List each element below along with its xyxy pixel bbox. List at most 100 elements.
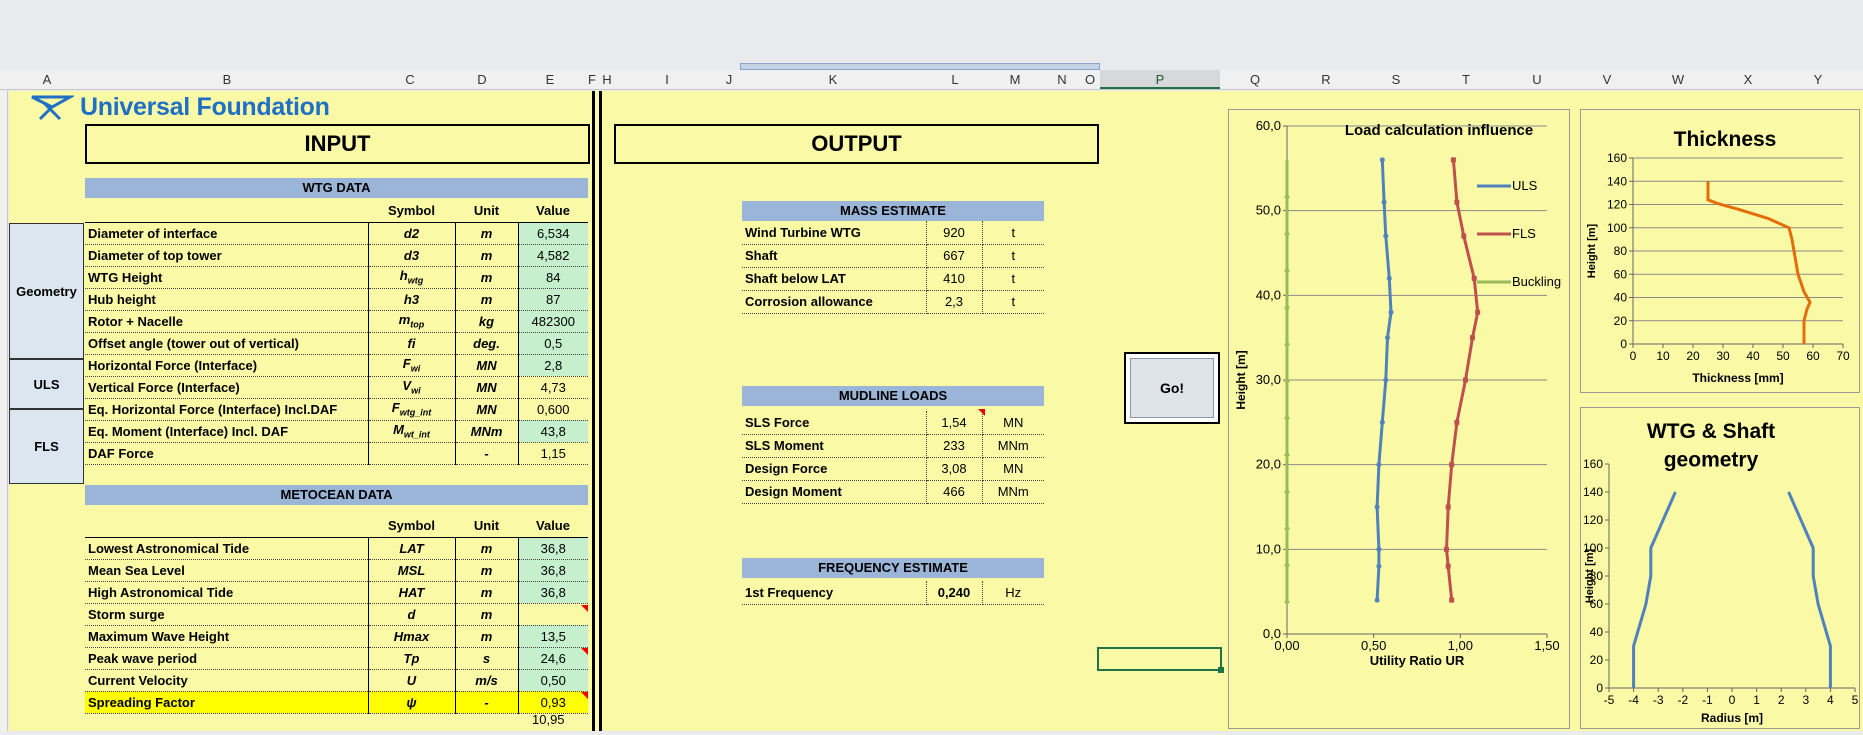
column-header-t[interactable]: T — [1458, 72, 1474, 87]
data-point — [1381, 199, 1387, 205]
group-geometry: Geometry — [9, 223, 84, 359]
output-title: OUTPUT — [614, 124, 1099, 164]
value-cell[interactable]: 3,08 — [926, 457, 983, 481]
value-cell[interactable]: 0,240 — [926, 581, 983, 605]
table-row: SLS Force 1,54 MN — [742, 411, 1044, 435]
column-header-m[interactable]: M — [1007, 72, 1023, 87]
column-header-b[interactable]: B — [219, 72, 235, 87]
value-cell[interactable]: 2,8 — [517, 354, 588, 377]
column-header-v[interactable]: V — [1599, 72, 1615, 87]
value-cell[interactable]: 6,534 — [517, 222, 588, 245]
symbol-cell: d3 — [367, 244, 455, 267]
comment-indicator — [978, 409, 985, 416]
column-header-d[interactable]: D — [474, 72, 490, 87]
column-header-q[interactable]: Q — [1247, 72, 1263, 87]
value-cell[interactable]: 87 — [517, 288, 588, 311]
go-button-label[interactable]: Go! — [1130, 358, 1214, 418]
column-header-j[interactable]: J — [721, 72, 737, 87]
unit-cell: m/s — [454, 669, 518, 692]
symbol-header: Symbol — [368, 200, 455, 223]
x-tick-label: 5 — [1852, 693, 1859, 707]
metocean-table-header: Symbol Unit Value — [85, 515, 588, 538]
column-header-u[interactable]: U — [1529, 72, 1545, 87]
table-row: Offset angle (tower out of vertical) fi de… — [85, 332, 588, 355]
wtg-table: Symbol Unit Value Diameter of interface d… — [85, 200, 588, 465]
value-cell[interactable]: 1,54 — [926, 411, 983, 435]
symbol-subscript: wtg_int — [399, 407, 432, 418]
series-line — [1632, 491, 1677, 688]
column-header-r[interactable]: R — [1318, 72, 1334, 87]
column-header-e[interactable]: E — [542, 72, 558, 87]
x-axis-label: Radius [m] — [1701, 711, 1763, 725]
x-tick-label: -4 — [1628, 693, 1639, 707]
value-cell[interactable]: 0,50 — [517, 669, 588, 692]
value-header: Value — [518, 515, 588, 538]
column-header-w[interactable]: W — [1670, 72, 1686, 87]
value-cell[interactable]: 36,8 — [517, 537, 588, 560]
row-label: Maximum Wave Height — [85, 625, 368, 648]
value-cell[interactable]: 667 — [926, 244, 983, 268]
value-cell[interactable]: 13,5 — [517, 625, 588, 648]
value-cell[interactable]: 482300 — [517, 310, 588, 333]
column-header-k[interactable]: K — [825, 72, 841, 87]
value-cell[interactable]: 0,600 — [517, 398, 588, 421]
column-header-n[interactable]: N — [1054, 72, 1070, 87]
value-cell[interactable]: 4,73 — [517, 376, 588, 399]
selected-cell[interactable] — [1097, 647, 1224, 673]
symbol-cell: U — [367, 669, 455, 692]
column-header-x[interactable]: X — [1740, 72, 1756, 87]
value-cell[interactable]: 0,5 — [517, 332, 588, 355]
data-point — [1385, 335, 1391, 341]
chart-title: Thickness — [1674, 128, 1777, 151]
x-tick-label: 70 — [1836, 349, 1850, 363]
value-cell[interactable]: 24,6 — [517, 647, 588, 670]
value-cell[interactable] — [517, 603, 588, 626]
column-header-p[interactable]: P — [1100, 70, 1220, 89]
value-cell[interactable]: 2,3 — [926, 290, 983, 314]
load-calculation-chart[interactable]: 0,0 10,0 20,0 30,0 40,0 50,0 60,0 0,00 0,50 1,00 1… — [1228, 109, 1570, 729]
x-axis-label: Utility Ratio UR — [1370, 653, 1465, 668]
geometry-chart[interactable]: 0 20 40 60 80 100 120 140 160 -5 -4 -3 -2 -1 0 1 2 3 4 5 WTG… — [1580, 407, 1860, 729]
data-point — [1383, 377, 1389, 383]
table-row: Vertical Force (Interface) Vwi MN 4,73 — [85, 376, 588, 399]
value-cell[interactable]: 1,15 — [517, 442, 588, 465]
column-header-a[interactable]: A — [39, 72, 55, 87]
value-cell[interactable]: 233 — [926, 434, 983, 458]
value-cell[interactable]: 466 — [926, 480, 983, 504]
value-cell[interactable]: 84 — [517, 266, 588, 289]
unit-cell: deg. — [454, 332, 518, 355]
value-cell[interactable]: 43,8 — [517, 420, 588, 443]
column-header-f[interactable]: F — [584, 72, 600, 87]
table-row: SLS Moment 233 MNm — [742, 434, 1044, 458]
value-cell[interactable]: 920 — [926, 221, 983, 245]
toolbar-remnant — [740, 63, 1100, 70]
column-header-o[interactable]: O — [1082, 72, 1098, 87]
unit-cell: m — [454, 581, 518, 604]
value-cell[interactable]: 36,8 — [517, 581, 588, 604]
column-header-s[interactable]: S — [1388, 72, 1404, 87]
value-cell[interactable]: 36,8 — [517, 559, 588, 582]
mass-estimate-table: Wind Turbine WTG 920 t Shaft 667 t Shaft below… — [742, 221, 1044, 314]
y-tick-label: 80 — [1614, 244, 1628, 258]
data-point — [1461, 233, 1467, 239]
y-tick-label: 0 — [1596, 681, 1603, 695]
column-header-h[interactable]: H — [599, 72, 615, 87]
value-cell[interactable]: 4,582 — [517, 244, 588, 267]
data-point — [1443, 546, 1449, 552]
data-point — [1284, 192, 1290, 199]
column-header-y[interactable]: Y — [1810, 72, 1826, 87]
column-header-c[interactable]: C — [402, 72, 418, 87]
x-tick-label: 4 — [1827, 693, 1834, 707]
go-button[interactable]: Go! — [1124, 352, 1220, 424]
value-cell[interactable]: 0,93 — [517, 691, 588, 714]
unit-cell: t — [982, 267, 1044, 291]
column-header-l[interactable]: L — [947, 72, 963, 87]
y-tick-label: 10,0 — [1256, 541, 1281, 556]
data-point — [1284, 302, 1290, 309]
thickness-chart[interactable]: 0 20 40 60 80 100 120 140 160 0 10 20 30 40 50 60 70 Thic… — [1580, 109, 1860, 393]
column-header-i[interactable]: I — [659, 72, 675, 87]
unit-cell: m — [454, 625, 518, 648]
row-label: Lowest Astronomical Tide — [85, 537, 368, 560]
value-cell[interactable]: 410 — [926, 267, 983, 291]
data-point — [1284, 597, 1290, 604]
